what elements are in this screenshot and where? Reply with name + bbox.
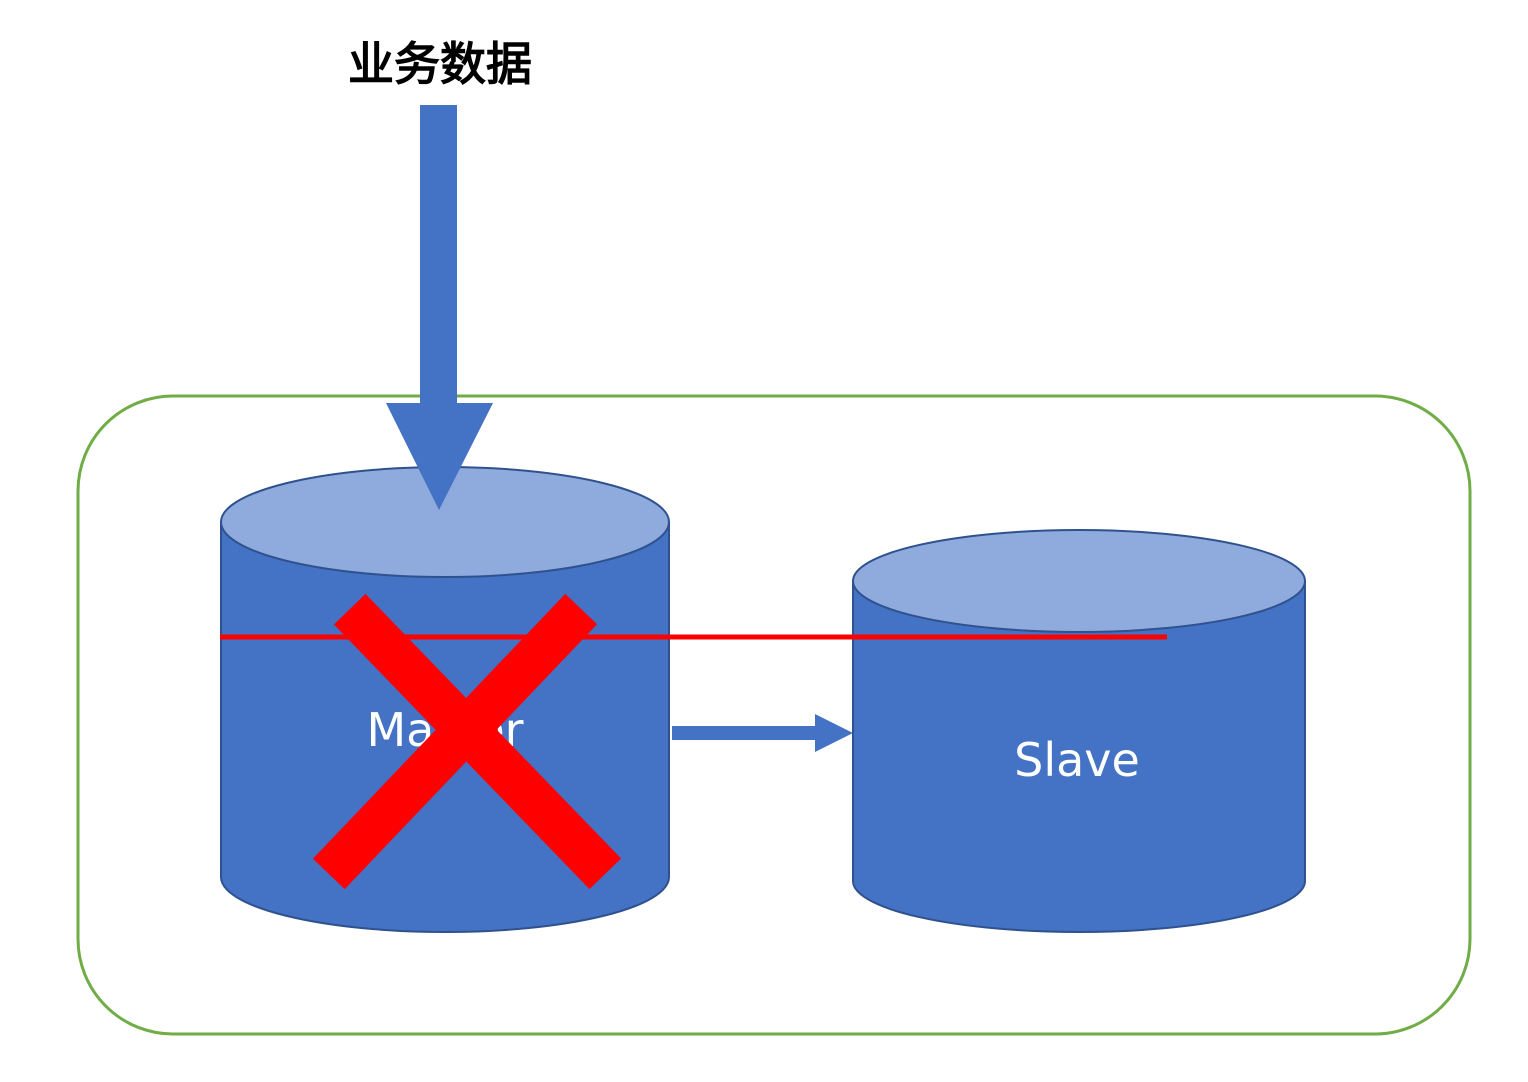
slave-label: Slave [1014, 733, 1140, 787]
replication-arrow [672, 714, 853, 752]
diagram-canvas: 业务数据 Master Slave [76, 37, 1472, 1036]
input-arrow [386, 105, 493, 510]
slave-database: Slave [852, 529, 1306, 933]
input-data-label: 业务数据 [348, 37, 532, 91]
slave-cylinder-top [852, 529, 1306, 633]
